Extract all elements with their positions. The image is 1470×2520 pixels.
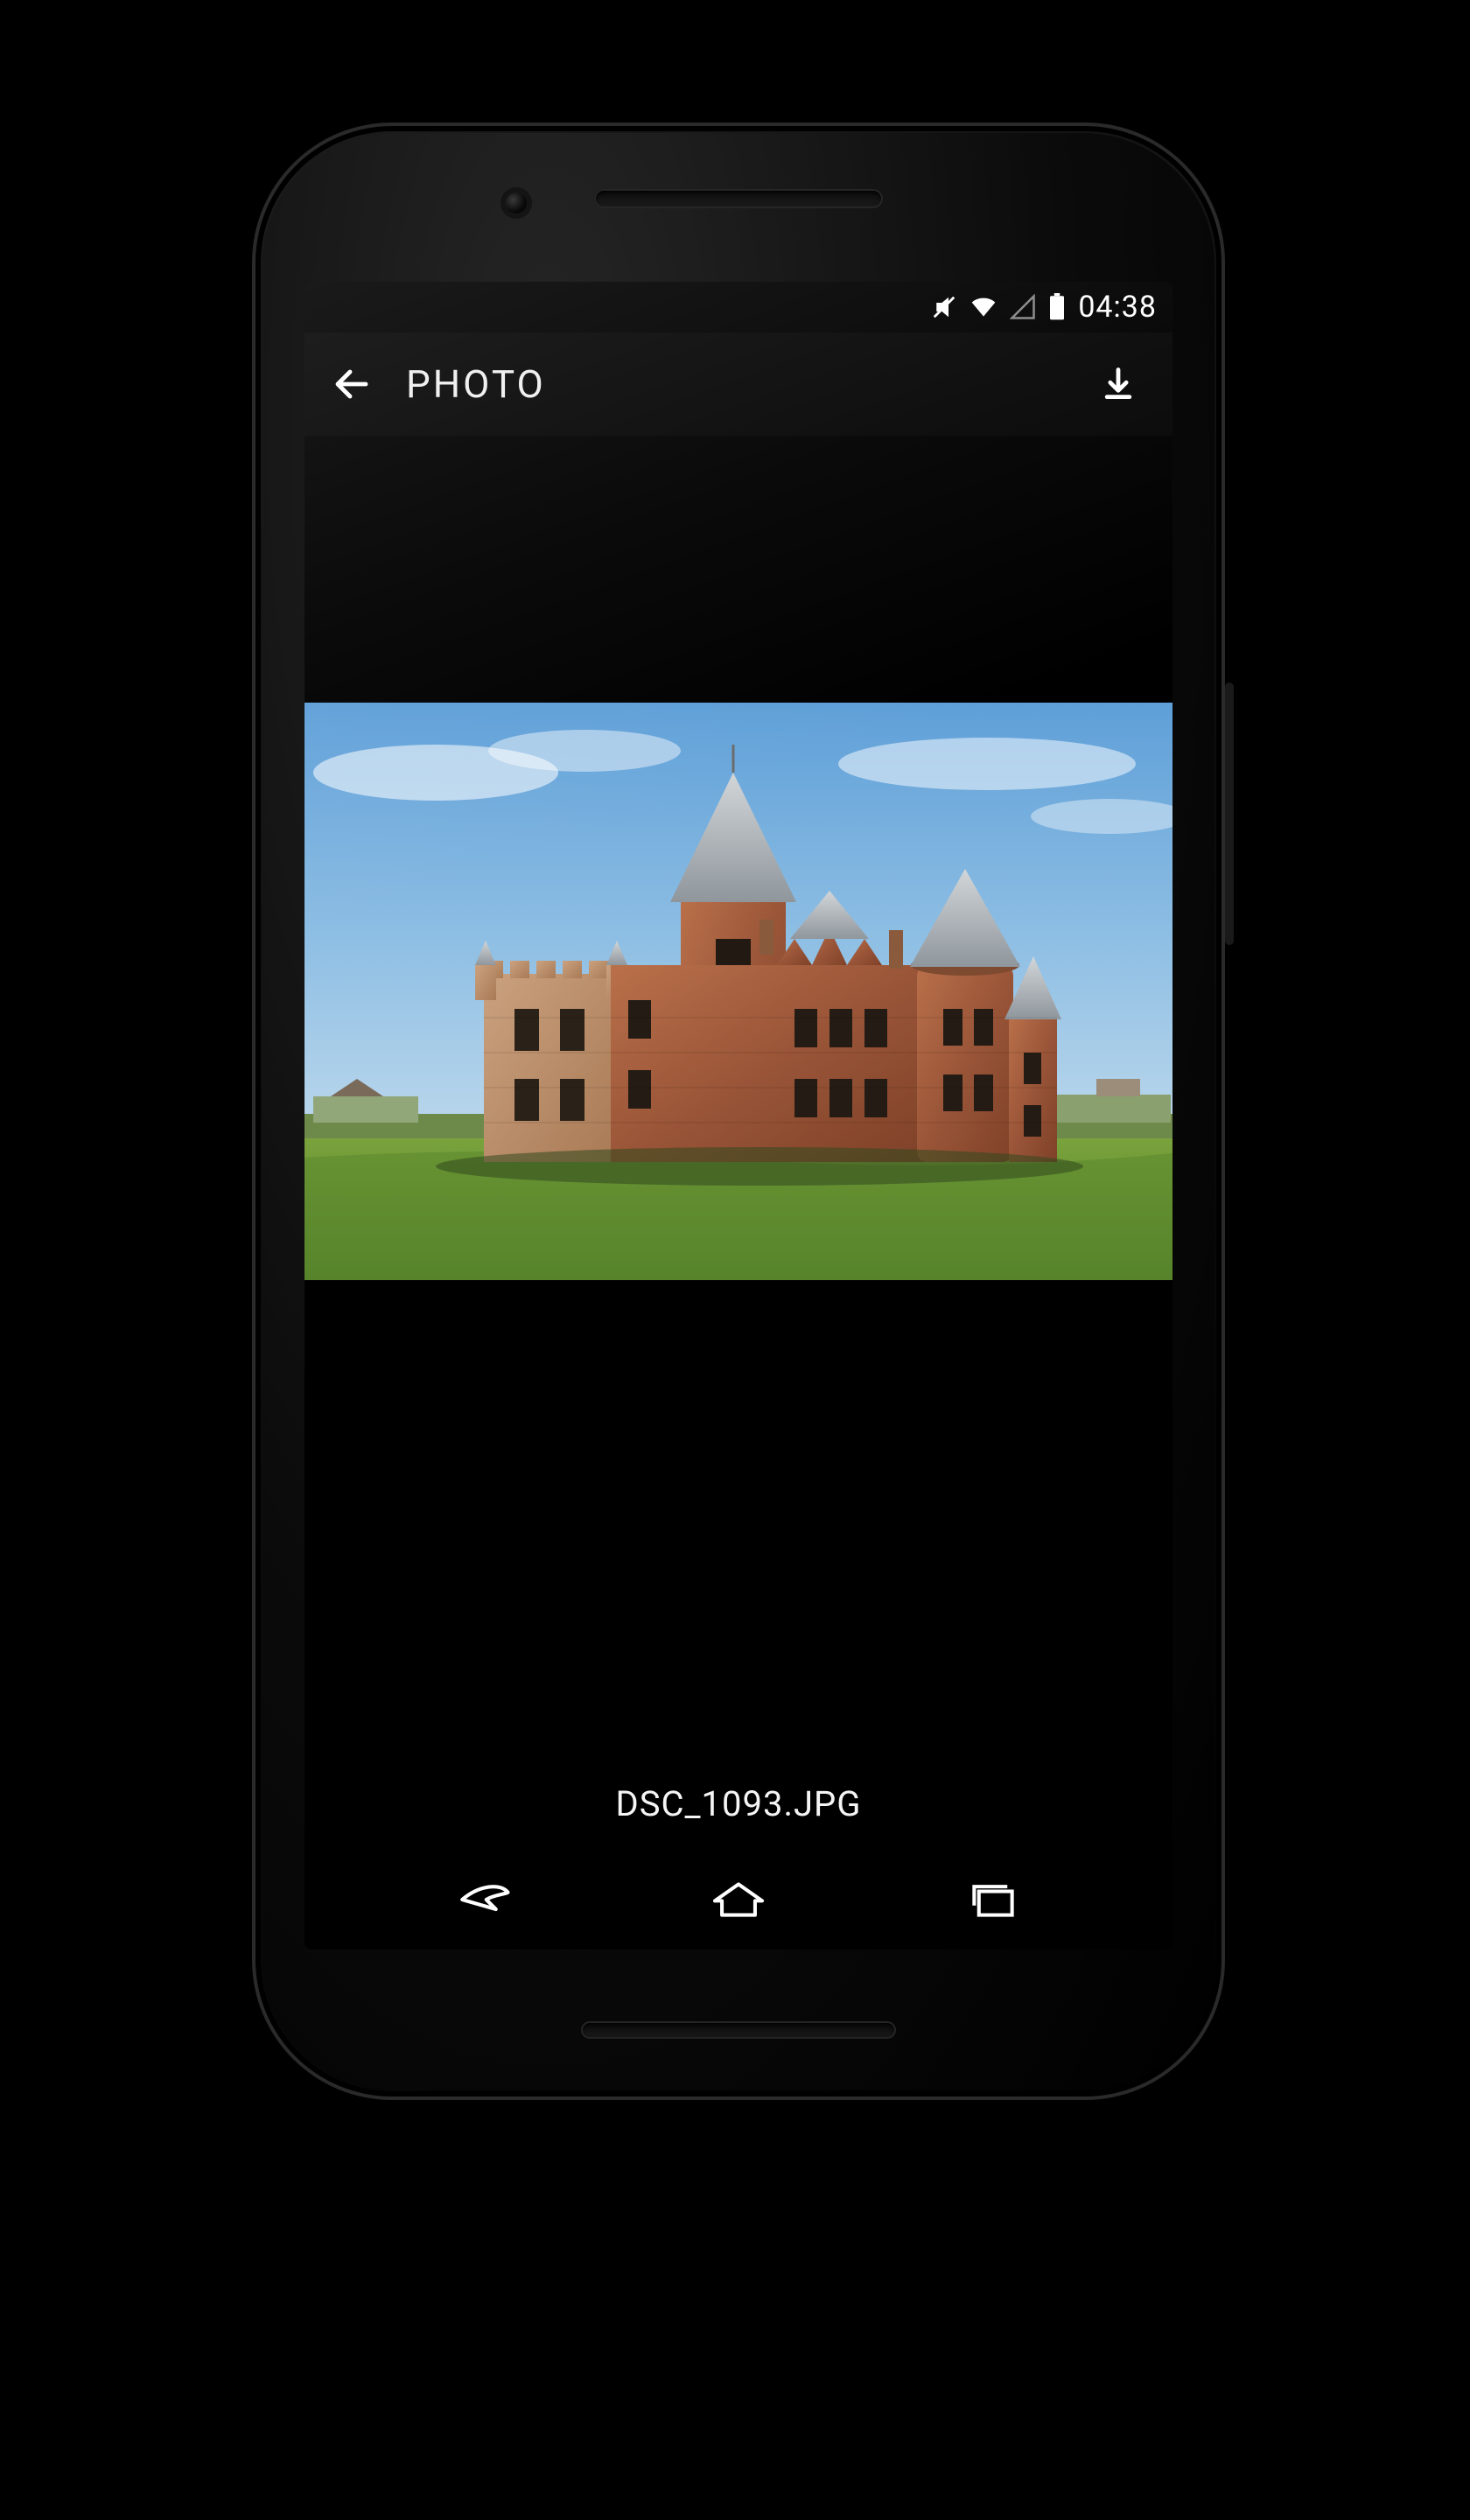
nav-home-icon <box>710 1880 767 1920</box>
nav-recents-button[interactable] <box>932 1869 1054 1930</box>
nav-back-button[interactable] <box>423 1869 545 1930</box>
status-bar-clock: 04:38 <box>1078 290 1157 325</box>
mute-icon <box>931 294 957 320</box>
battery-icon <box>1048 293 1066 321</box>
nav-home-button[interactable] <box>677 1869 800 1930</box>
photo-viewer: DSC_1093.JPG <box>304 436 1172 1850</box>
app-bar: PHOTO <box>304 332 1172 436</box>
wifi-icon <box>970 294 998 320</box>
app-bar-title: PHOTO <box>406 361 546 407</box>
phone-ear-speaker <box>594 189 883 208</box>
nav-back-icon <box>455 1878 513 1922</box>
phone-side-button <box>1225 682 1234 945</box>
android-nav-bar <box>304 1850 1172 1950</box>
nav-recents-icon <box>967 1880 1019 1920</box>
phone-device-frame: 04:38 PHOTO <box>252 122 1225 2100</box>
download-button[interactable] <box>1087 353 1150 416</box>
cellular-signal-icon <box>1010 294 1036 320</box>
arrow-left-icon <box>331 363 373 405</box>
castle-photo-illustration <box>304 703 1172 1280</box>
status-bar: 04:38 <box>304 282 1172 332</box>
phone-screen: 04:38 PHOTO <box>304 282 1172 1950</box>
photo-filename-label: DSC_1093.JPG <box>304 1757 1172 1850</box>
download-icon <box>1099 365 1138 403</box>
photo-image[interactable] <box>304 703 1172 1280</box>
phone-front-camera <box>506 192 527 214</box>
phone-bottom-speaker <box>581 2021 896 2039</box>
back-button[interactable] <box>320 353 383 416</box>
